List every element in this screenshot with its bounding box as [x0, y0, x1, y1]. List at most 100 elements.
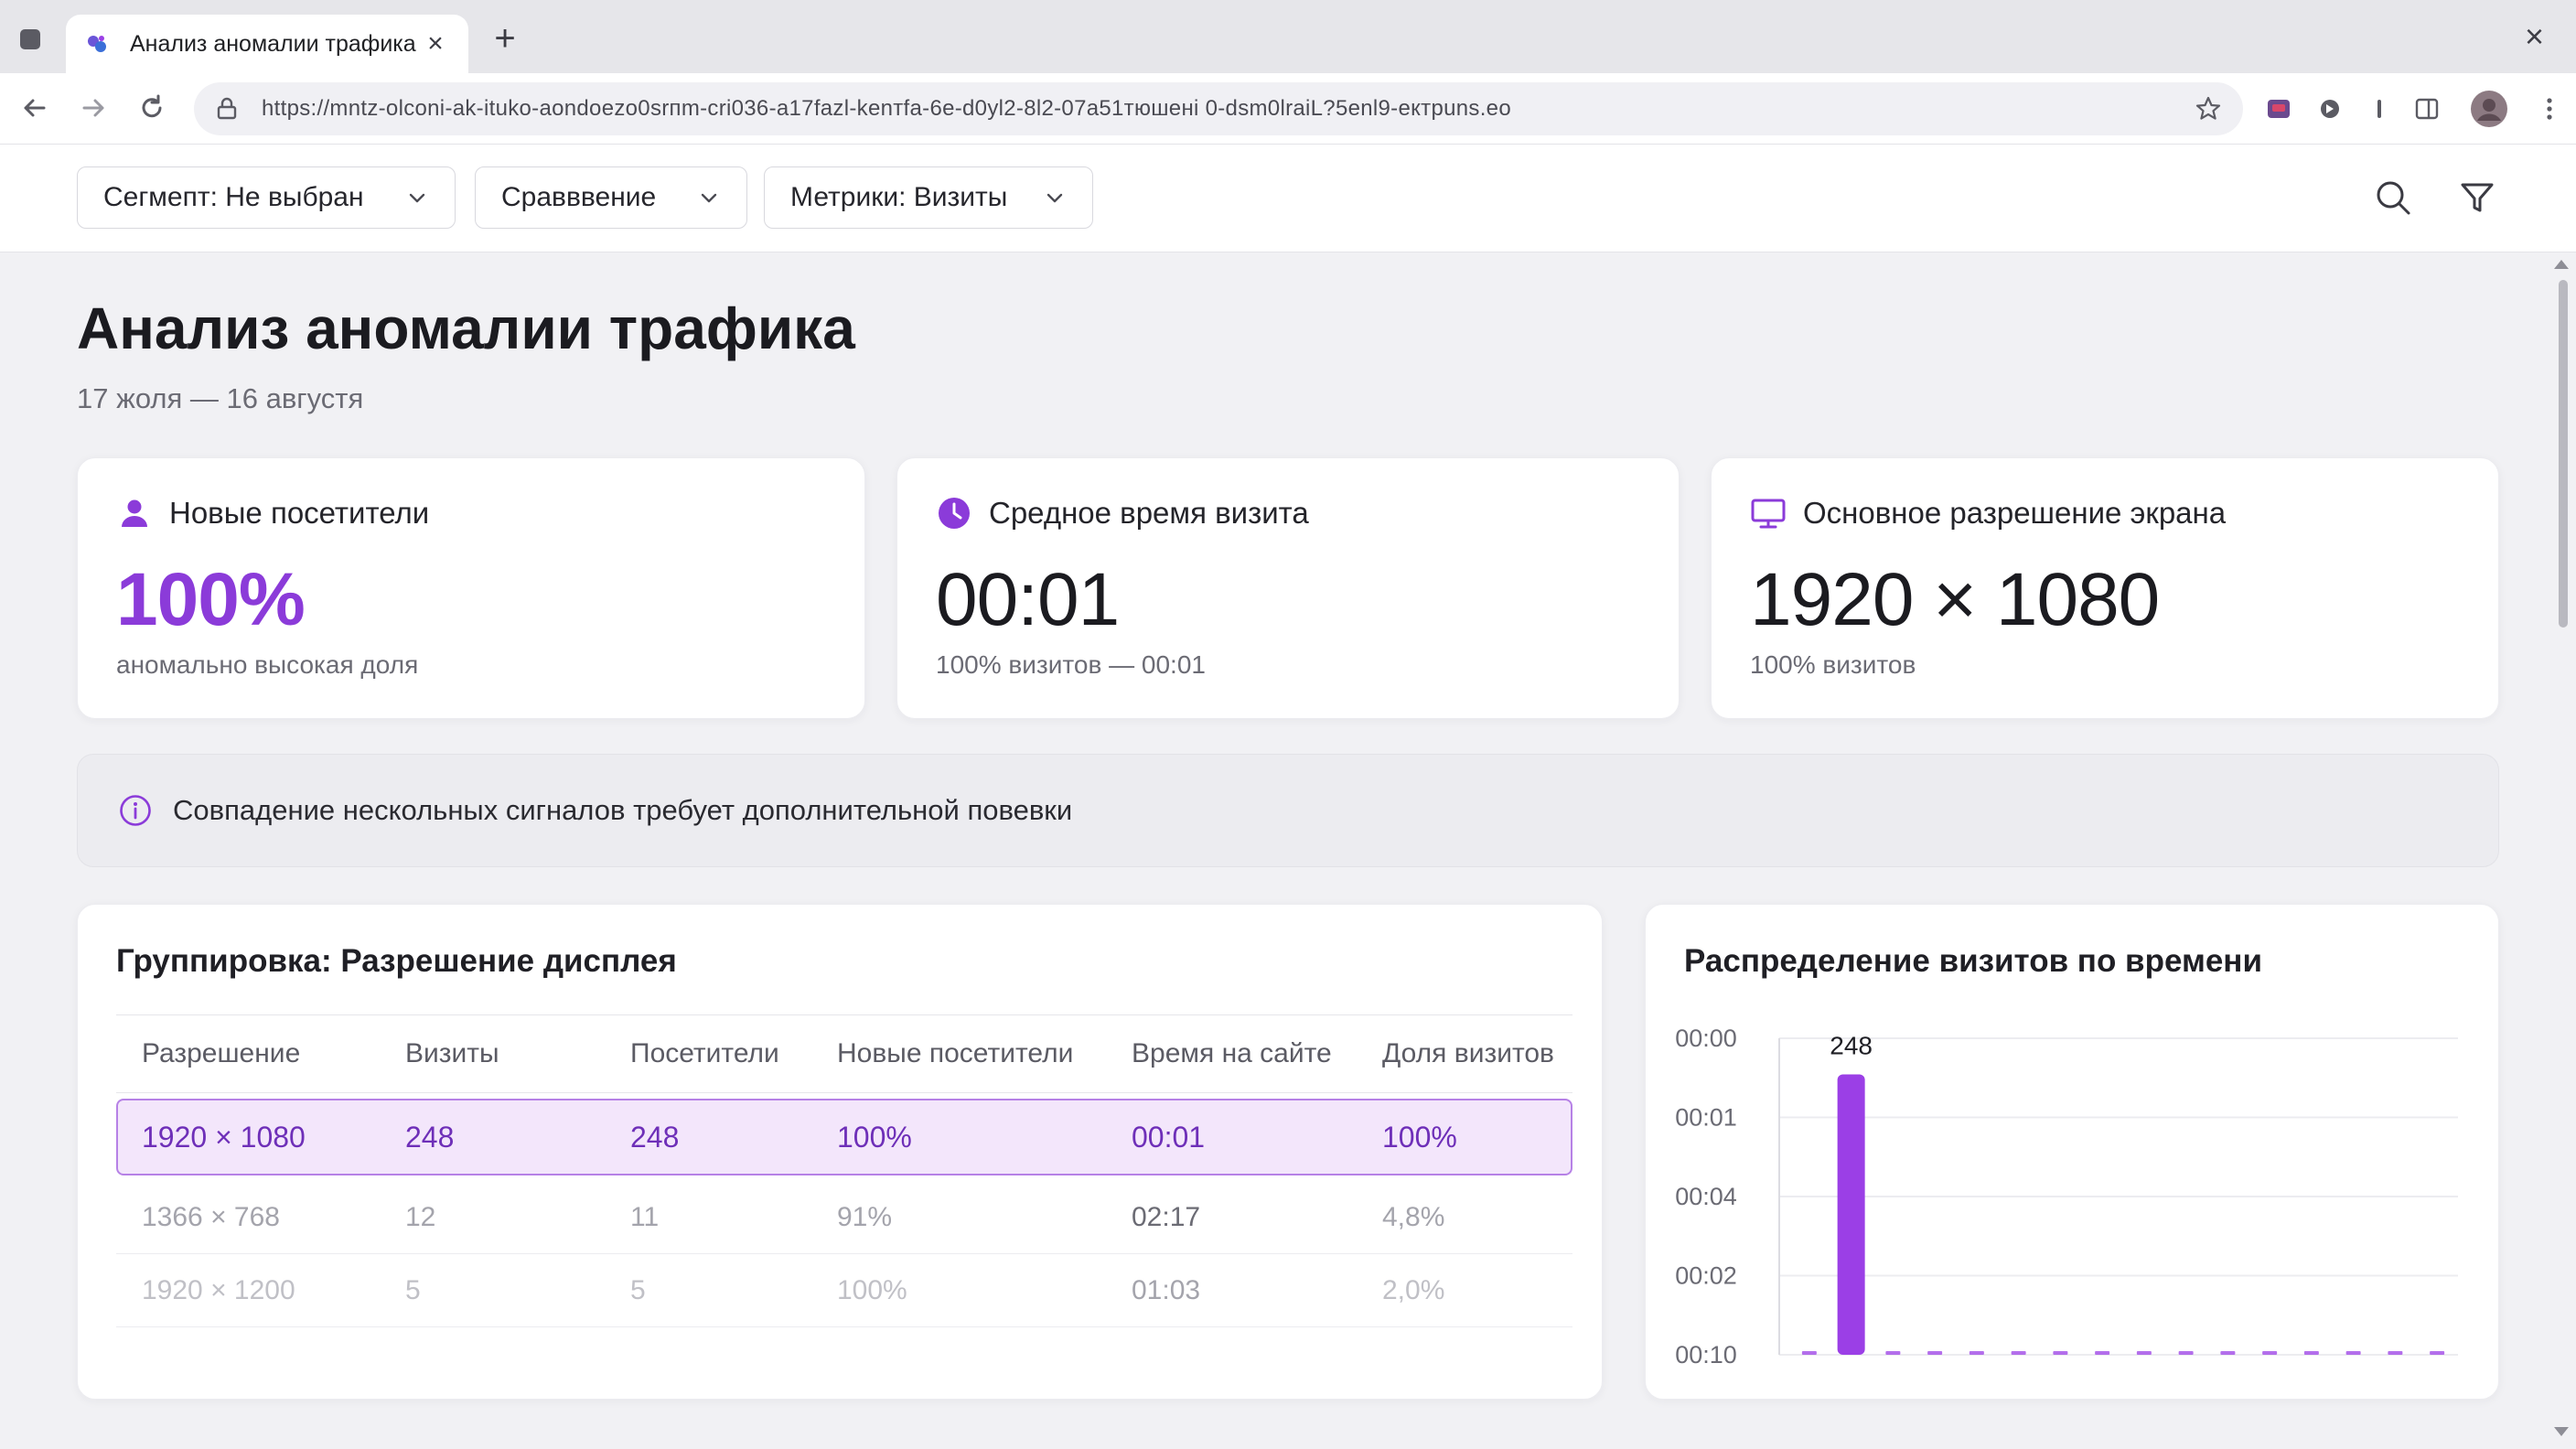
column-header[interactable]: Посетители [630, 1015, 779, 1092]
segment-dropdown[interactable]: Сегмепт: Не выбран [77, 166, 456, 229]
new-tab-icon[interactable]: + [485, 20, 525, 57]
tab-favicon-icon [88, 36, 106, 52]
table-row[interactable]: 1366 × 768 12 11 91% 02:17 4,8% [116, 1181, 1572, 1254]
window-menu-icon[interactable] [20, 29, 40, 49]
time-distribution-chart-panel: Распределение визитов по времени 00:00 00… [1645, 904, 2499, 1400]
info-icon [120, 795, 151, 826]
grouping-table-panel: Группировка: Разрешение дисплея Разрешен… [77, 904, 1603, 1400]
url-text: https://mntz-olconi-ak-ituko-aondoezo0sr… [262, 96, 1511, 121]
chart-bar[interactable] [2011, 1351, 2026, 1355]
table-cell: 1366 × 768 [142, 1201, 280, 1232]
table-cell: 12 [405, 1201, 436, 1232]
app-toolbar: Сегмепт: Не выбран Сравввение Метрики: В… [0, 145, 2576, 252]
time-distribution-chart: 00:00 00:01 00:04 00:02 00:10 248 [1675, 1025, 2458, 1368]
chart-bar[interactable] [2303, 1351, 2319, 1355]
resolution-table: Разрешение Визиты Посетители Новые посет… [116, 1014, 1572, 1327]
chart-bar[interactable] [2053, 1351, 2068, 1355]
chart-bar[interactable] [2136, 1351, 2152, 1355]
scroll-up-arrow-icon[interactable] [2554, 260, 2569, 269]
chart-bar[interactable] [1969, 1351, 1984, 1355]
kpi-note: 100% визитов [1750, 650, 1916, 679]
kpi-card-resolution: Основное разрешение экрана 1920 × 1080 1… [1711, 457, 2499, 719]
chart-bar[interactable] [2262, 1351, 2278, 1355]
search-icon[interactable] [2371, 176, 2415, 220]
url-field[interactable]: https://mntz-olconi-ak-ituko-aondoezo0sr… [194, 82, 2243, 135]
extension-icon[interactable] [2263, 93, 2294, 124]
compare-dropdown[interactable]: Сравввение [475, 166, 747, 229]
table-cell: 5 [630, 1274, 646, 1305]
kpi-note: аномально высокая доля [116, 650, 419, 679]
chevron-down-icon [1046, 193, 1063, 203]
table-cell: 100% [1382, 1120, 1457, 1154]
browser-menu-icon[interactable] [2534, 93, 2565, 124]
compare-dropdown-label: Сравввение [501, 182, 657, 212]
chart-bar[interactable] [2345, 1351, 2361, 1355]
column-header[interactable]: Время на сайте [1132, 1015, 1332, 1092]
kpi-value: 1920 × 1080 [1750, 558, 2160, 641]
profile-avatar-icon[interactable] [2470, 90, 2508, 128]
y-tick-label: 00:10 [1675, 1341, 1737, 1368]
table-row-highlighted[interactable]: 1920 × 1080 248 248 100% 00:01 100% [116, 1099, 1572, 1175]
browser-tab-active[interactable]: Анализ аномалии трафика × [66, 15, 468, 73]
chart-bar[interactable] [2220, 1351, 2236, 1355]
reload-icon[interactable] [134, 90, 170, 126]
chart-bar[interactable] [2095, 1351, 2110, 1355]
chart-bar[interactable] [1885, 1351, 1901, 1355]
table-cell: 248 [405, 1120, 455, 1154]
chart-bar[interactable] [1927, 1351, 1943, 1355]
chart-bar[interactable] [1837, 1074, 1865, 1355]
table-cell: 4,8% [1382, 1201, 1445, 1232]
column-header[interactable]: Разрешение [142, 1015, 300, 1092]
bar-data-label: 248 [1830, 1032, 1873, 1060]
table-cell: 1920 × 1200 [142, 1274, 295, 1305]
chevron-down-icon [701, 193, 717, 203]
kpi-value: 100% [116, 558, 306, 641]
y-tick-label: 00:04 [1675, 1183, 1737, 1210]
column-header[interactable]: Доля визитов [1382, 1015, 1554, 1092]
scroll-down-arrow-icon[interactable] [2554, 1427, 2569, 1436]
chart-bar[interactable] [2388, 1351, 2403, 1355]
kpi-header: Средное время визита [936, 495, 1309, 531]
table-title: Группировка: Разрешение дисплея [116, 943, 677, 979]
extension-icon[interactable] [2364, 93, 2395, 124]
back-arrow-icon[interactable] [16, 90, 53, 126]
chart-bar[interactable] [2430, 1351, 2445, 1355]
kpi-header: Основное разрешение экрана [1750, 495, 2226, 531]
info-alert: Совпадение нескольных сигналов требует д… [77, 754, 2499, 867]
alert-text: Совпадение нескольных сигналов требует д… [173, 794, 1073, 826]
table-cell: 11 [630, 1201, 660, 1232]
table-row[interactable]: 1920 × 1200 5 5 100% 01:03 2,0% [116, 1254, 1572, 1327]
table-cell: 1920 × 1080 [142, 1120, 306, 1154]
side-panel-icon[interactable] [2411, 93, 2442, 124]
page-title: Анализ аномалии трафика [77, 295, 855, 361]
browser-tab-bar: Анализ аномалии трафика × + × [0, 0, 2576, 73]
site-info-icon[interactable] [214, 96, 240, 122]
chart-bar[interactable] [2178, 1351, 2194, 1355]
table-cell: 2,0% [1382, 1274, 1445, 1305]
bookmark-star-icon[interactable] [2194, 94, 2223, 123]
scrollbar-thumb[interactable] [2559, 280, 2568, 628]
metrics-dropdown[interactable]: Метрики: Визиты [764, 166, 1093, 229]
kpi-label: Основное разрешение экрана [1803, 496, 2227, 530]
filter-icon[interactable] [2455, 176, 2499, 220]
extension-icon[interactable] [2314, 93, 2345, 124]
chevron-down-icon [409, 193, 425, 203]
forward-arrow-icon[interactable] [75, 90, 112, 126]
table-cell: 248 [630, 1120, 680, 1154]
column-header[interactable]: Визиты [405, 1015, 499, 1092]
segment-dropdown-label: Сегмепт: Не выбран [103, 182, 364, 212]
window-close-icon[interactable]: × [2525, 20, 2544, 53]
kpi-note: 100% визитов — 00:01 [936, 650, 1206, 679]
column-header[interactable]: Новые посетители [837, 1015, 1073, 1092]
clock-icon [939, 498, 970, 529]
date-range: 17 жоля — 16 августя [77, 382, 364, 414]
chart-bar[interactable] [1801, 1351, 1817, 1355]
table-cell: 02:17 [1132, 1201, 1201, 1232]
kpi-header: Новые посетители [116, 495, 429, 531]
kpi-value: 00:01 [936, 558, 1120, 641]
browser-address-bar: https://mntz-olconi-ak-ituko-aondoezo0sr… [0, 73, 2576, 145]
tab-close-icon[interactable]: × [421, 30, 450, 58]
kpi-label: Новые посетители [169, 496, 430, 530]
table-cell: 01:03 [1132, 1274, 1201, 1305]
tab-title: Анализ аномалии трафика [130, 30, 416, 57]
